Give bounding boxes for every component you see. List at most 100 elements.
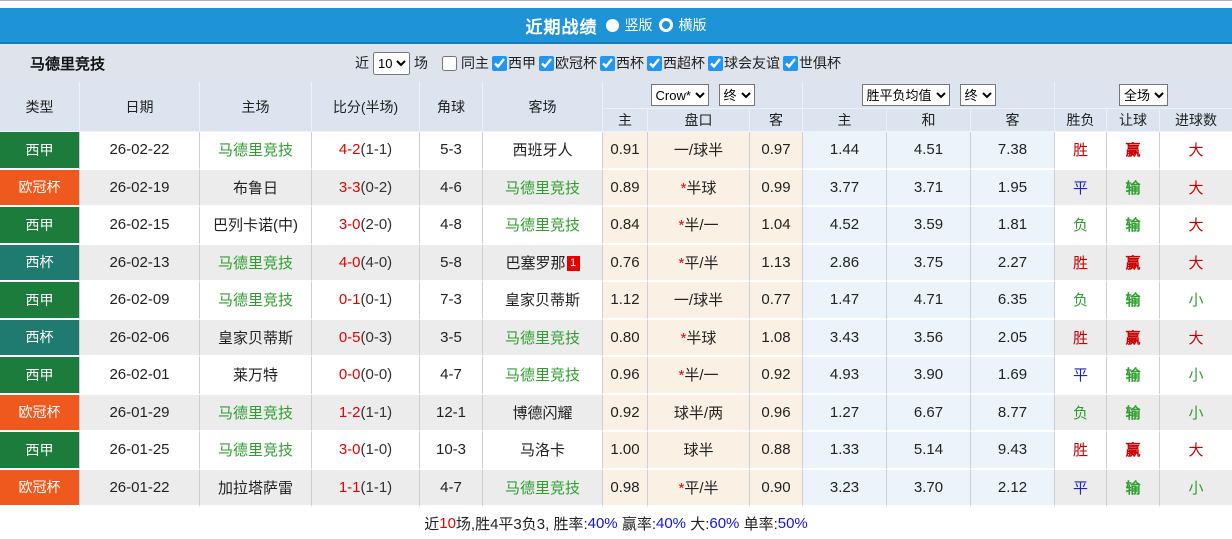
away-team[interactable]: 皇家贝蒂斯 [483,282,603,320]
home-team[interactable]: 马德里竞技 [200,282,312,320]
avg-win-cell: 3.23 [803,470,887,508]
home-team[interactable]: 巴列卡诺(中) [200,207,312,245]
away-team[interactable]: 马德里竞技 [483,207,603,245]
avg-draw-cell: 4.71 [887,282,971,320]
result-handicap-cell: 输 [1107,470,1160,508]
match-row: 西甲26-02-09马德里竞技0-1(0-1)7-3皇家贝蒂斯1.12一/球半0… [0,282,1232,320]
odds-final-select[interactable]: 终 [719,84,755,106]
avg-draw-cell: 3.59 [887,207,971,245]
horizontal-layout-radio[interactable] [659,18,673,32]
home-team[interactable]: 皇家贝蒂斯 [200,320,312,358]
vertical-layout-radio[interactable] [606,19,619,32]
match-row: 西甲26-02-15巴列卡诺(中)3-0(2-0)4-8马德里竞技0.84*半/… [0,207,1232,245]
result-wdl-cell: 平 [1055,170,1107,208]
matches-label: 场 [414,53,428,73]
odds-away-cell: 0.88 [750,432,803,470]
subheader-result-goals: 进球数 [1160,109,1232,132]
avg-final-select[interactable]: 终 [960,84,996,106]
league-filter-球会友谊[interactable]: 球会友谊 [705,53,780,73]
result-wdl-cell: 负 [1055,207,1107,245]
away-team[interactable]: 马德里竞技 [483,357,603,395]
handicap-cell: 一/球半 [648,282,750,320]
avg-win-cell: 1.44 [803,132,887,170]
stats-footer-segment: 大: [686,513,709,534]
avg-lose-cell: 2.05 [971,320,1055,358]
league-filter-checkbox[interactable] [708,56,723,71]
score-cell: 3-3(0-2) [312,170,420,208]
league-filter-同主[interactable]: 同主 [434,53,489,73]
result-wdl-cell: 胜 [1055,320,1107,358]
match-row: 欧冠杯26-02-19布鲁日3-3(0-2)4-6马德里竞技0.89*半球0.9… [0,170,1232,208]
scope-group-header: 全场 [1055,82,1232,109]
match-date: 26-02-13 [80,245,200,283]
avg-win-cell: 1.47 [803,282,887,320]
home-team[interactable]: 布鲁日 [200,170,312,208]
recent-count-select[interactable]: 10 [373,52,410,75]
away-team[interactable]: 巴塞罗那1 [483,245,603,283]
home-team[interactable]: 马德里竞技 [200,432,312,470]
away-team[interactable]: 马德里竞技 [483,320,603,358]
home-team[interactable]: 加拉塔萨雷 [200,470,312,508]
league-filter-西杯[interactable]: 西杯 [597,53,644,73]
odds-away-cell: 0.99 [750,170,803,208]
stats-footer-segment: 赢率: [618,513,656,534]
odds-home-cell: 0.89 [603,170,648,208]
avg-win-cell: 3.77 [803,170,887,208]
away-team[interactable]: 马德里竞技 [483,170,603,208]
avg-type-select[interactable]: 胜平负均值 [862,84,950,106]
league-filter-西甲[interactable]: 西甲 [489,53,536,73]
table-header-row-1: 类型 日期 主场 比分(半场) 角球 客场 Crow* 终 胜平负均值 终 全场 [0,82,1232,109]
league-filter-世俱杯[interactable]: 世俱杯 [780,53,841,73]
match-row: 欧冠杯26-01-22加拉塔萨雷1-1(1-1)4-7马德里竞技0.98*平/半… [0,470,1232,508]
odds-company-select[interactable]: Crow* [651,84,709,106]
score-cell: 0-1(0-1) [312,282,420,320]
league-filter-checkbox[interactable] [600,56,615,71]
home-team[interactable]: 莱万特 [200,357,312,395]
col-header-score: 比分(半场) [312,82,420,132]
home-team[interactable]: 马德里竞技 [200,245,312,283]
away-team[interactable]: 博德闪耀 [483,395,603,433]
layout-radio-group: 竖版 横版 [606,15,707,35]
home-team[interactable]: 马德里竞技 [200,395,312,433]
odds-home-cell: 0.91 [603,132,648,170]
home-team[interactable]: 马德里竞技 [200,132,312,170]
away-team[interactable]: 西班牙人 [483,132,603,170]
league-filter-checkbox[interactable] [492,56,507,71]
odds-away-cell: 1.04 [750,207,803,245]
result-handicap-cell: 输 [1107,395,1160,433]
stats-footer-segment: 10 [439,515,456,532]
league-badge: 欧冠杯 [0,170,80,208]
corner-cell: 5-3 [420,132,483,170]
league-filter-label: 西甲 [508,53,536,73]
odds-away-cell: 0.96 [750,395,803,433]
vertical-layout-label[interactable]: 竖版 [625,15,653,35]
league-filter-欧冠杯[interactable]: 欧冠杯 [536,53,597,73]
league-filter-label: 西杯 [616,53,644,73]
league-filter-checkbox[interactable] [647,56,662,71]
avg-win-cell: 2.86 [803,245,887,283]
league-filter-checkbox[interactable] [539,56,554,71]
away-team[interactable]: 马洛卡 [483,432,603,470]
corner-cell: 10-3 [420,432,483,470]
result-wdl-cell: 负 [1055,395,1107,433]
odds-home-cell: 0.76 [603,245,648,283]
corner-cell: 4-7 [420,470,483,508]
odds-away-cell: 0.90 [750,470,803,508]
scope-select[interactable]: 全场 [1119,84,1168,106]
corner-cell: 5-8 [420,245,483,283]
score-cell: 3-0(1-0) [312,432,420,470]
horizontal-layout-label[interactable]: 横版 [679,15,707,35]
league-filter-label: 欧冠杯 [555,53,597,73]
league-filter-checkbox[interactable] [442,56,457,71]
away-team[interactable]: 马德里竞技 [483,470,603,508]
avg-win-cell: 1.27 [803,395,887,433]
league-filter-西超杯[interactable]: 西超杯 [644,53,705,73]
avg-lose-cell: 6.35 [971,282,1055,320]
result-handicap-cell: 赢 [1107,245,1160,283]
league-filter-checkbox[interactable] [783,56,798,71]
col-header-date: 日期 [80,82,200,132]
col-header-type: 类型 [0,82,80,132]
subheader-handicap: 盘口 [648,109,750,132]
score-cell: 1-2(1-1) [312,395,420,433]
result-goals-cell: 小 [1160,282,1232,320]
